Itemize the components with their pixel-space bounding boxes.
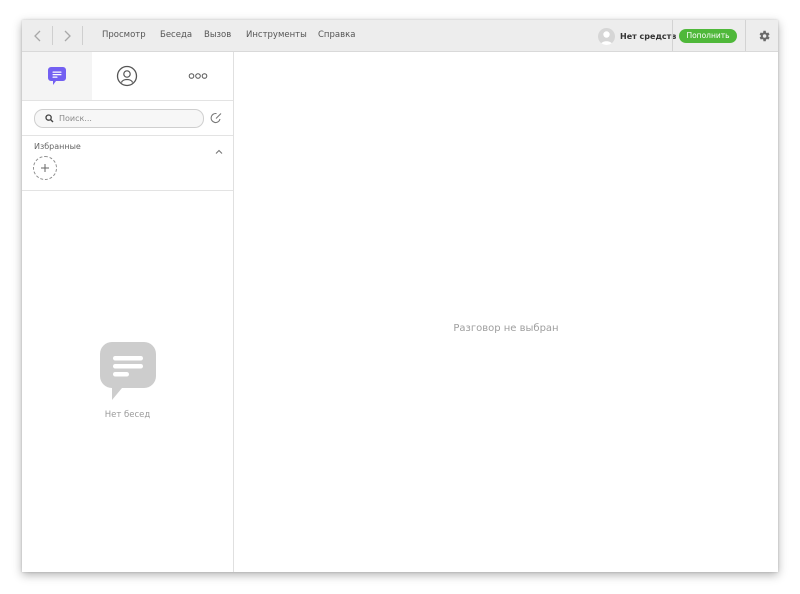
compose-icon <box>210 113 222 123</box>
empty-chat-icon <box>99 342 156 400</box>
chevron-right-icon <box>64 30 71 41</box>
menu-help[interactable]: Справка <box>318 20 355 51</box>
gear-icon <box>759 30 770 41</box>
topbar-divider <box>672 20 673 51</box>
search-input[interactable] <box>59 110 197 127</box>
sidebar: Избранные Нет бесед <box>22 52 234 572</box>
app-window: Просмотр Беседа Вызов Инструменты Справк… <box>22 20 778 572</box>
menu-conversation[interactable]: Беседа <box>160 20 192 51</box>
conversation-area: Разговор не выбран <box>234 52 778 572</box>
search-box[interactable] <box>34 109 204 128</box>
balance-indicator[interactable]: Нет средств <box>598 27 676 45</box>
contact-icon <box>116 65 138 87</box>
plus-icon <box>41 164 49 172</box>
tab-more[interactable] <box>162 52 233 100</box>
back-button[interactable] <box>24 20 52 51</box>
sidebar-tabs <box>22 52 233 101</box>
favorites-section: Избранные <box>22 136 233 191</box>
menu-call[interactable]: Вызов <box>204 20 231 51</box>
menu-view[interactable]: Просмотр <box>102 20 146 51</box>
favorites-title: Избранные <box>34 142 81 151</box>
new-chat-button[interactable] <box>208 110 224 126</box>
topbar-divider <box>745 20 746 51</box>
settings-button[interactable] <box>750 20 778 51</box>
balance-text: Нет средств <box>620 31 677 41</box>
forward-button[interactable] <box>53 20 81 51</box>
nav-divider <box>82 26 83 45</box>
top-up-button[interactable]: Пополнить <box>679 29 737 43</box>
menu-tools[interactable]: Инструменты <box>246 20 307 51</box>
top-menu-bar: Просмотр Беседа Вызов Инструменты Справк… <box>22 20 778 52</box>
tab-chats[interactable] <box>22 52 92 100</box>
more-dots-icon <box>188 73 207 79</box>
no-conversation-text: Разговор не выбран <box>453 323 559 334</box>
empty-chats-placeholder: Нет бесед <box>22 340 233 420</box>
search-row <box>22 101 233 136</box>
favorites-collapse-button[interactable] <box>213 142 225 154</box>
user-icon <box>600 30 613 45</box>
search-icon <box>45 114 54 123</box>
chat-bubble-icon <box>48 67 66 85</box>
add-favorite-button[interactable] <box>33 156 57 180</box>
chevron-left-icon <box>34 30 41 41</box>
tab-contacts[interactable] <box>92 52 162 100</box>
avatar <box>598 27 615 45</box>
empty-chats-text: Нет бесед <box>104 410 151 420</box>
chevron-up-icon <box>215 149 223 154</box>
